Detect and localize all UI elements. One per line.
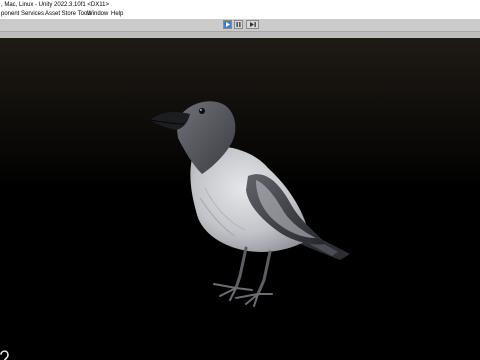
pause-icon xyxy=(236,22,241,27)
title-bar: , Mac, Linux - Unity 2022.3.10f1 <DX11> xyxy=(0,0,480,10)
step-icon xyxy=(250,22,256,27)
play-icon xyxy=(226,22,230,27)
main-toolbar xyxy=(0,19,480,32)
pause-button[interactable] xyxy=(234,20,243,29)
unity-editor-window: , Mac, Linux - Unity 2022.3.10f1 <DX11> … xyxy=(0,0,480,360)
menu-item-window[interactable]: Window xyxy=(87,10,108,19)
step-button[interactable] xyxy=(246,20,259,29)
menu-item-services[interactable]: Services xyxy=(21,10,44,19)
crow-eye xyxy=(199,108,205,114)
menu-bar: ponent Services Asset Store Tools Window… xyxy=(0,10,480,19)
game-view[interactable] xyxy=(0,38,480,360)
menu-item-asset-store-tools[interactable]: Asset Store Tools xyxy=(45,10,92,19)
question-mark-gizmo-icon xyxy=(0,350,9,360)
crow-leg-right xyxy=(256,250,272,296)
crow-model xyxy=(149,101,350,307)
menu-item-help[interactable]: Help xyxy=(111,10,123,19)
play-button[interactable] xyxy=(223,20,232,29)
menu-item-component[interactable]: ponent xyxy=(1,10,19,19)
crow-leg-left xyxy=(234,246,248,290)
crow-foot-right xyxy=(235,293,273,307)
crow-foot-left xyxy=(213,283,253,301)
window-title: , Mac, Linux - Unity 2022.3.10f1 <DX11> xyxy=(1,2,109,8)
